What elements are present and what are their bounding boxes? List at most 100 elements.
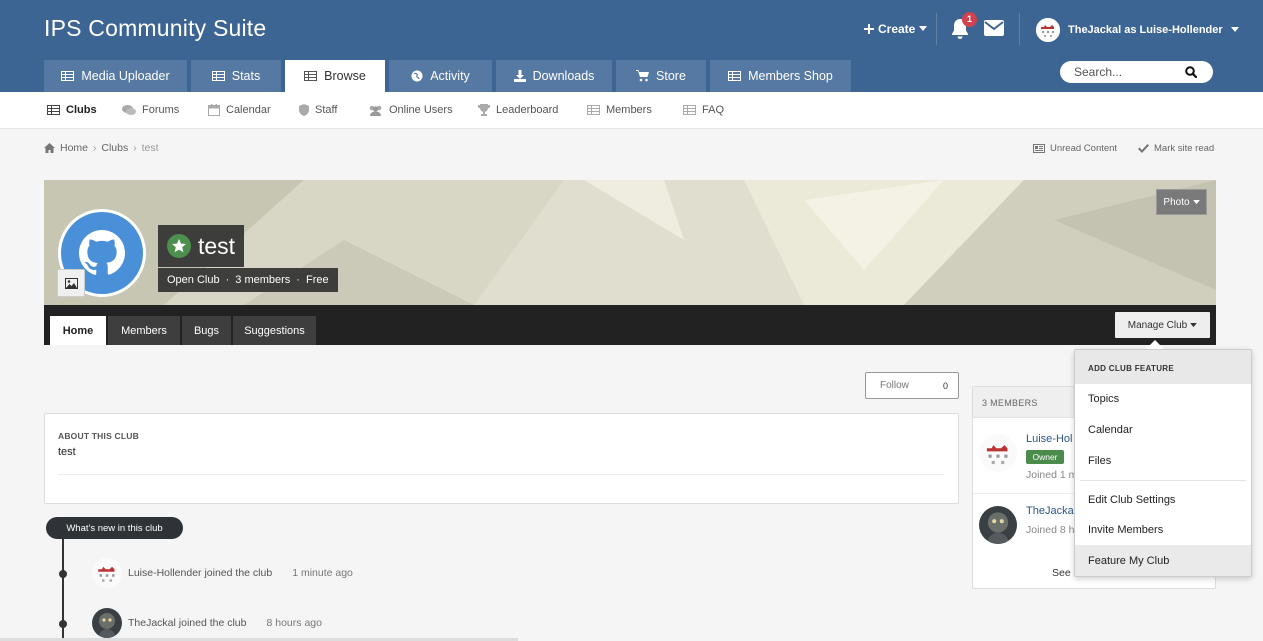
member-name[interactable]: TheJackal	[1026, 505, 1076, 517]
subnav-item-members[interactable]: Members	[587, 104, 652, 116]
follow-label: Follow	[880, 380, 909, 391]
tab-label: Members Shop	[748, 69, 833, 83]
edit-logo-button[interactable]	[57, 269, 85, 297]
club-member-count: 3 members	[235, 274, 291, 286]
tab-browse[interactable]: Browse	[285, 60, 385, 92]
subnav-item-calendar[interactable]: Calendar	[208, 104, 271, 116]
mark-read-label: Mark site read	[1154, 143, 1215, 154]
tab-activity[interactable]: Activity	[389, 60, 492, 92]
subnav-label: Online Users	[389, 104, 453, 116]
create-label: Create	[878, 22, 916, 36]
menu-item-calendar[interactable]: Calendar	[1088, 424, 1133, 436]
table-icon	[61, 71, 75, 81]
unread-label: Unread Content	[1050, 143, 1118, 154]
notification-badge: 1	[962, 12, 977, 27]
tab-stats[interactable]: Stats	[191, 60, 281, 92]
menu-item-edit-club-settings[interactable]: Edit Club Settings	[1088, 494, 1175, 506]
tab-media-uploader[interactable]: Media Uploader	[44, 60, 187, 92]
timeline-event: Luise-Hollender joined the club 1 minute…	[92, 558, 353, 588]
download-icon	[513, 70, 526, 82]
user-avatar[interactable]	[92, 608, 122, 638]
tab-members-shop[interactable]: Members Shop	[710, 60, 851, 92]
user-avatar[interactable]	[92, 558, 122, 588]
follow-button[interactable]: Follow 0	[865, 372, 959, 399]
subnav-label: Clubs	[66, 104, 97, 116]
table-icon	[728, 71, 742, 81]
menu-item-feature-my-club[interactable]: Feature My Club	[1088, 555, 1169, 567]
breadcrumb-clubs[interactable]: Clubs	[101, 142, 128, 154]
breadcrumb: Home › Clubs › test	[44, 142, 159, 154]
follow-count: 0	[942, 380, 948, 391]
subnav-item-faq[interactable]: FAQ	[683, 104, 724, 116]
cover-photo-button[interactable]: Photo	[1156, 189, 1207, 215]
subnav-item-forums[interactable]: Forums	[122, 104, 179, 116]
caret-down-icon	[919, 26, 928, 31]
about-club-card	[44, 413, 959, 504]
about-text: test	[58, 446, 76, 458]
photo-label: Photo	[1163, 196, 1190, 208]
tab-label: Store	[656, 69, 686, 83]
subnav-item-online-users[interactable]: Online Users	[368, 104, 453, 116]
club-tab-suggestions[interactable]: Suggestions	[233, 316, 316, 345]
tab-label: Downloads	[532, 69, 595, 83]
member-avatar[interactable]	[979, 434, 1017, 472]
timeline-event: TheJackal joined the club 8 hours ago	[92, 608, 322, 638]
subnav-label: Staff	[315, 104, 338, 116]
subnav-label: Members	[606, 104, 652, 116]
caret-down-icon	[1190, 322, 1198, 327]
site-title[interactable]: IPS Community Suite	[44, 15, 266, 42]
timeline-dot	[59, 570, 67, 578]
chevron-right-icon: ›	[93, 142, 97, 154]
subnav-item-clubs[interactable]: Clubs	[47, 104, 97, 116]
unread-content-link[interactable]: Unread Content	[1033, 143, 1117, 154]
table-icon	[304, 71, 318, 81]
club-tab-members[interactable]: Members	[108, 316, 180, 345]
manage-club-button[interactable]: Manage Club	[1115, 312, 1210, 338]
mark-site-read-link[interactable]: Mark site read	[1138, 143, 1214, 154]
tab-store[interactable]: Store	[616, 60, 706, 92]
user-menu[interactable]: TheJackal as Luise-Hollender	[1036, 18, 1239, 42]
breadcrumb-current: test	[141, 142, 159, 154]
menu-pointer	[1146, 340, 1164, 349]
club-tab-home[interactable]: Home	[50, 316, 106, 345]
featured-star-icon	[167, 234, 191, 258]
user-avatar	[1036, 18, 1060, 42]
caret-down-icon	[1230, 27, 1239, 32]
member-avatar[interactable]	[979, 506, 1017, 544]
shield-icon	[299, 104, 309, 116]
subnav-item-leaderboard[interactable]: Leaderboard	[478, 104, 558, 116]
table-icon	[587, 105, 600, 115]
manage-club-label: Manage Club	[1127, 319, 1188, 331]
envelope-icon[interactable]	[984, 20, 1004, 36]
table-icon	[211, 71, 225, 81]
menu-item-topics[interactable]: Topics	[1088, 393, 1119, 405]
users-icon	[369, 105, 382, 116]
tab-label: Stats	[231, 69, 261, 83]
tab-label: Activity	[430, 69, 470, 83]
tab-label: Browse	[324, 69, 366, 83]
search-icon[interactable]	[1185, 66, 1197, 78]
header-divider	[1019, 13, 1020, 45]
timeline-event-text[interactable]: TheJackal joined the club	[128, 617, 247, 629]
caret-down-icon	[1192, 199, 1200, 204]
tab-downloads[interactable]: Downloads	[496, 60, 612, 92]
subnav-label: Forums	[142, 104, 180, 116]
timeline-header: What's new in this club	[46, 517, 183, 539]
menu-item-files[interactable]: Files	[1088, 455, 1111, 467]
menu-item-invite-members[interactable]: Invite Members	[1088, 524, 1163, 536]
subnav-label: Calendar	[226, 104, 271, 116]
subnav-item-staff[interactable]: Staff	[299, 104, 337, 116]
club-tab-bugs[interactable]: Bugs	[182, 316, 231, 345]
create-button[interactable]: Create	[864, 22, 928, 36]
member-name[interactable]: Luise-Hol	[1026, 433, 1072, 445]
newspaper-icon	[1033, 144, 1045, 153]
breadcrumb-home[interactable]: Home	[60, 142, 88, 154]
meta-separator: ·	[296, 274, 300, 286]
club-name: test	[198, 232, 236, 259]
timeline-event-text[interactable]: Luise-Hollender joined the club	[128, 567, 272, 579]
timeline-dot	[59, 620, 67, 628]
member-joined: Joined 1 m	[1026, 469, 1078, 481]
club-title: test	[158, 225, 245, 267]
timeline-event-time: 1 minute ago	[292, 567, 353, 579]
github-icon	[79, 230, 125, 275]
